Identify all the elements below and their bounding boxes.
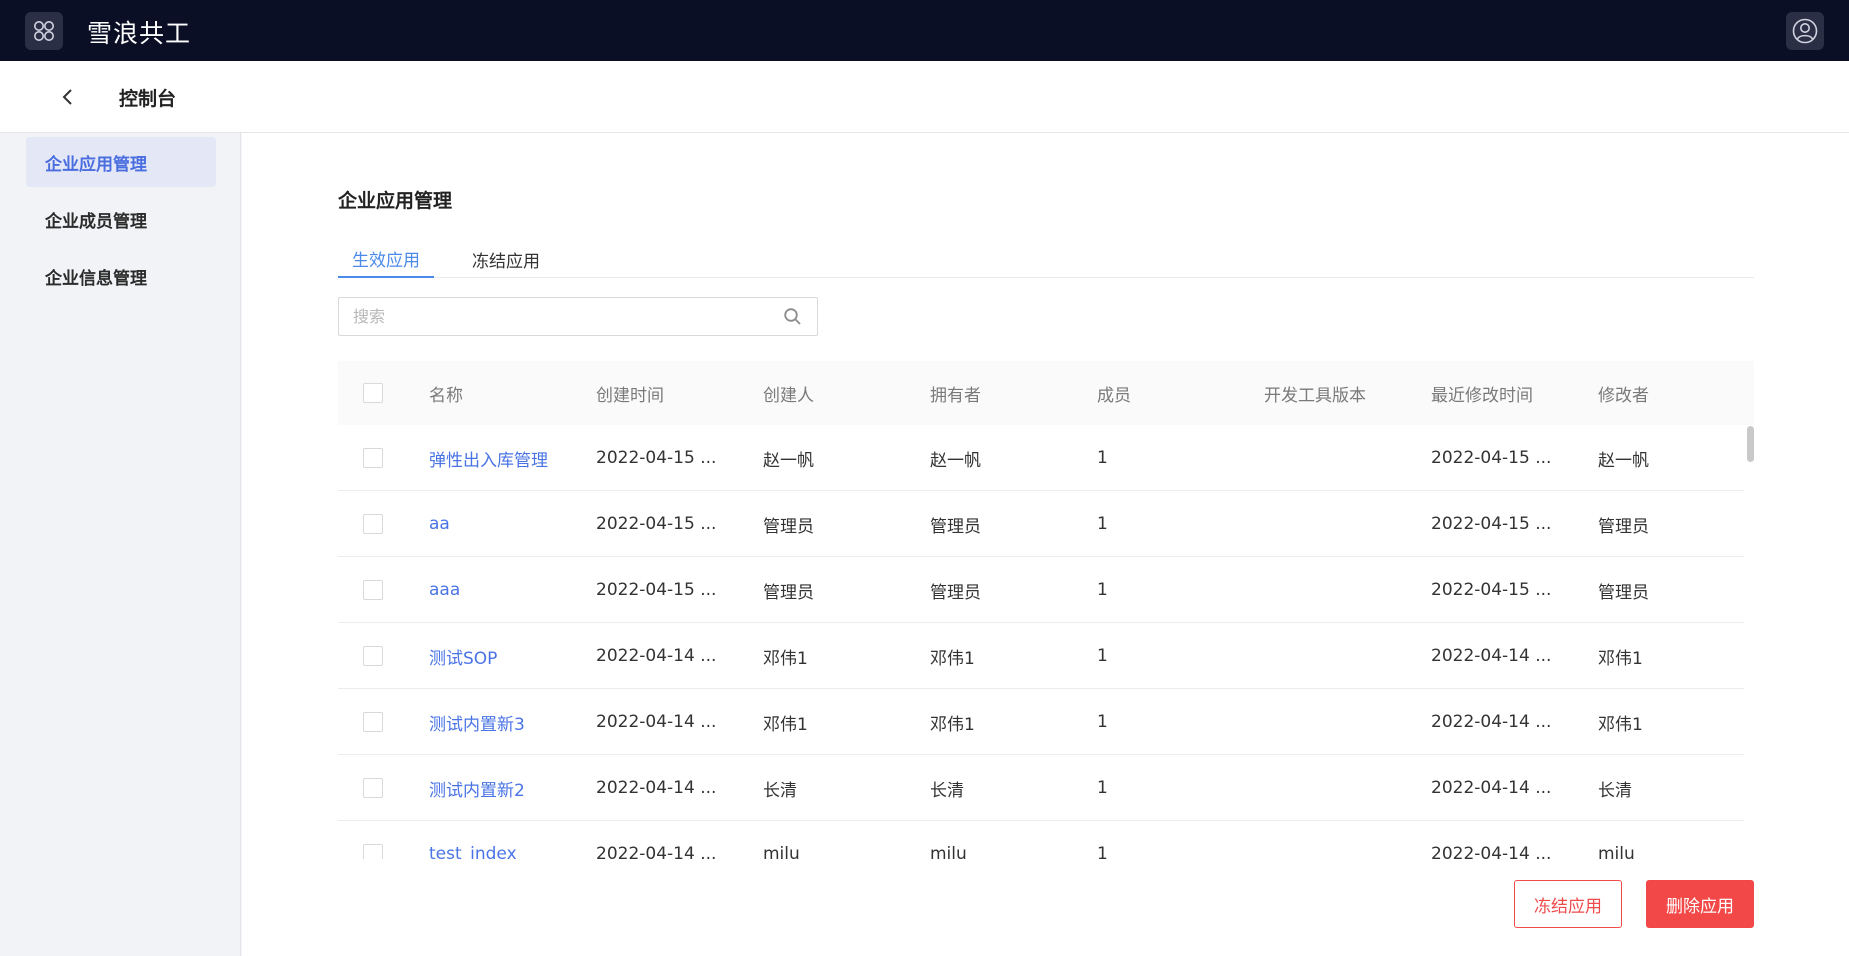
creator-cell: milu	[763, 844, 800, 859]
row-checkbox[interactable]	[363, 844, 383, 859]
owner-cell: 管理员	[930, 582, 981, 603]
page-title: 控制台	[119, 88, 177, 110]
members-cell: 1	[1097, 712, 1108, 732]
sidebar-item-info-management[interactable]: 企业信息管理	[26, 251, 216, 301]
column-header-name: 名称	[429, 385, 463, 406]
created-time-cell: 2022-04-15 ...	[596, 514, 717, 534]
search-input[interactable]	[339, 298, 769, 335]
main-content: 企业应用管理 生效应用 冻结应用 名称 创建时间 创建人 拥有者 成员 开发工具…	[242, 133, 1849, 956]
row-checkbox[interactable]	[363, 580, 383, 600]
brand-name: 雪浪共工	[87, 19, 192, 48]
search-box	[338, 297, 818, 336]
table-row[interactable]: aa 2022-04-15 ... 管理员 管理员 1 2022-04-15 .…	[338, 491, 1744, 557]
members-cell: 1	[1097, 448, 1108, 468]
sidebar: 企业应用管理 企业成员管理 企业信息管理	[0, 133, 241, 956]
app-name-link[interactable]: aaa	[429, 557, 460, 623]
modifier-cell: 邓伟1	[1598, 648, 1643, 669]
column-header-owner: 拥有者	[930, 385, 981, 406]
back-button[interactable]	[52, 81, 84, 113]
apps-grid-icon	[34, 21, 54, 41]
table-row[interactable]: 测试内置新3 2022-04-14 ... 邓伟1 邓伟1 1 2022-04-…	[338, 689, 1744, 755]
created-time-cell: 2022-04-14 ...	[596, 844, 717, 859]
modifier-cell: 长清	[1598, 780, 1632, 801]
user-avatar-icon	[1792, 18, 1818, 44]
row-checkbox[interactable]	[363, 448, 383, 468]
owner-cell: 管理员	[930, 516, 981, 537]
members-cell: 1	[1097, 844, 1108, 859]
members-cell: 1	[1097, 778, 1108, 798]
freeze-app-button[interactable]: 冻结应用	[1514, 880, 1622, 928]
column-header-members: 成员	[1097, 385, 1131, 406]
members-cell: 1	[1097, 580, 1108, 600]
column-header-creator: 创建人	[763, 385, 814, 406]
creator-cell: 邓伟1	[763, 648, 808, 669]
modified-time-cell: 2022-04-14 ...	[1431, 646, 1552, 666]
table-row[interactable]: aaa 2022-04-15 ... 管理员 管理员 1 2022-04-15 …	[338, 557, 1744, 623]
delete-app-button[interactable]: 删除应用	[1646, 880, 1754, 928]
modified-time-cell: 2022-04-14 ...	[1431, 844, 1552, 859]
table-header: 名称 创建时间 创建人 拥有者 成员 开发工具版本 最近修改时间 修改者	[338, 361, 1754, 425]
row-checkbox[interactable]	[363, 514, 383, 534]
creator-cell: 管理员	[763, 582, 814, 603]
modifier-cell: 管理员	[1598, 516, 1649, 537]
column-header-modifier: 修改者	[1598, 385, 1649, 406]
tab-active-apps[interactable]: 生效应用	[338, 241, 434, 278]
owner-cell: 赵一帆	[930, 450, 981, 471]
modified-time-cell: 2022-04-15 ...	[1431, 514, 1552, 534]
owner-cell: 长清	[930, 780, 964, 801]
creator-cell: 管理员	[763, 516, 814, 537]
tab-bar: 生效应用 冻结应用	[338, 241, 1754, 278]
modifier-cell: milu	[1598, 844, 1635, 859]
table-row[interactable]: test_index 2022-04-14 ... milu milu 1 20…	[338, 821, 1744, 859]
app-name-link[interactable]: aa	[429, 491, 450, 557]
members-cell: 1	[1097, 514, 1108, 534]
creator-cell: 长清	[763, 780, 797, 801]
modifier-cell: 管理员	[1598, 582, 1649, 603]
modifier-cell: 邓伟1	[1598, 714, 1643, 735]
table-row[interactable]: 测试内置新2 2022-04-14 ... 长清 长清 1 2022-04-14…	[338, 755, 1744, 821]
app-name-link[interactable]: 测试SOP	[429, 623, 497, 689]
row-checkbox[interactable]	[363, 646, 383, 666]
table-row[interactable]: 弹性出入库管理 2022-04-15 ... 赵一帆 赵一帆 1 2022-04…	[338, 425, 1744, 491]
row-checkbox[interactable]	[363, 778, 383, 798]
app-name-link[interactable]: 测试内置新3	[429, 689, 525, 755]
modified-time-cell: 2022-04-14 ...	[1431, 778, 1552, 798]
app-name-link[interactable]: test_index	[429, 821, 517, 859]
created-time-cell: 2022-04-14 ...	[596, 778, 717, 798]
search-icon[interactable]	[782, 306, 804, 328]
select-all-checkbox[interactable]	[363, 383, 383, 403]
modified-time-cell: 2022-04-14 ...	[1431, 712, 1552, 732]
modified-time-cell: 2022-04-15 ...	[1431, 580, 1552, 600]
sidebar-item-app-management[interactable]: 企业应用管理	[26, 137, 216, 187]
created-time-cell: 2022-04-15 ...	[596, 448, 717, 468]
sub-header: 控制台	[0, 61, 1849, 133]
apps-table: 名称 创建时间 创建人 拥有者 成员 开发工具版本 最近修改时间 修改者 弹性出…	[338, 361, 1754, 859]
created-time-cell: 2022-04-14 ...	[596, 712, 717, 732]
user-menu-button[interactable]	[1786, 12, 1824, 50]
owner-cell: 邓伟1	[930, 648, 975, 669]
row-checkbox[interactable]	[363, 712, 383, 732]
table-row[interactable]: 测试SOP 2022-04-14 ... 邓伟1 邓伟1 1 2022-04-1…	[338, 623, 1744, 689]
top-bar: 雪浪共工	[0, 0, 1849, 61]
created-time-cell: 2022-04-15 ...	[596, 580, 717, 600]
chevron-left-icon	[62, 89, 72, 105]
tab-frozen-apps[interactable]: 冻结应用	[458, 241, 554, 278]
app-name-link[interactable]: 弹性出入库管理	[429, 425, 548, 491]
section-title: 企业应用管理	[338, 190, 453, 212]
created-time-cell: 2022-04-14 ...	[596, 646, 717, 666]
apps-menu-button[interactable]	[25, 12, 63, 50]
creator-cell: 赵一帆	[763, 450, 814, 471]
owner-cell: milu	[930, 844, 967, 859]
column-header-dev-tool-version: 开发工具版本	[1264, 385, 1366, 406]
column-header-created-time: 创建时间	[596, 385, 664, 406]
modifier-cell: 赵一帆	[1598, 450, 1649, 471]
modified-time-cell: 2022-04-15 ...	[1431, 448, 1552, 468]
owner-cell: 邓伟1	[930, 714, 975, 735]
creator-cell: 邓伟1	[763, 714, 808, 735]
sidebar-item-member-management[interactable]: 企业成员管理	[26, 194, 216, 244]
table-scrollbar[interactable]	[1747, 426, 1754, 462]
column-header-modified-time: 最近修改时间	[1431, 385, 1533, 406]
app-name-link[interactable]: 测试内置新2	[429, 755, 525, 821]
members-cell: 1	[1097, 646, 1108, 666]
